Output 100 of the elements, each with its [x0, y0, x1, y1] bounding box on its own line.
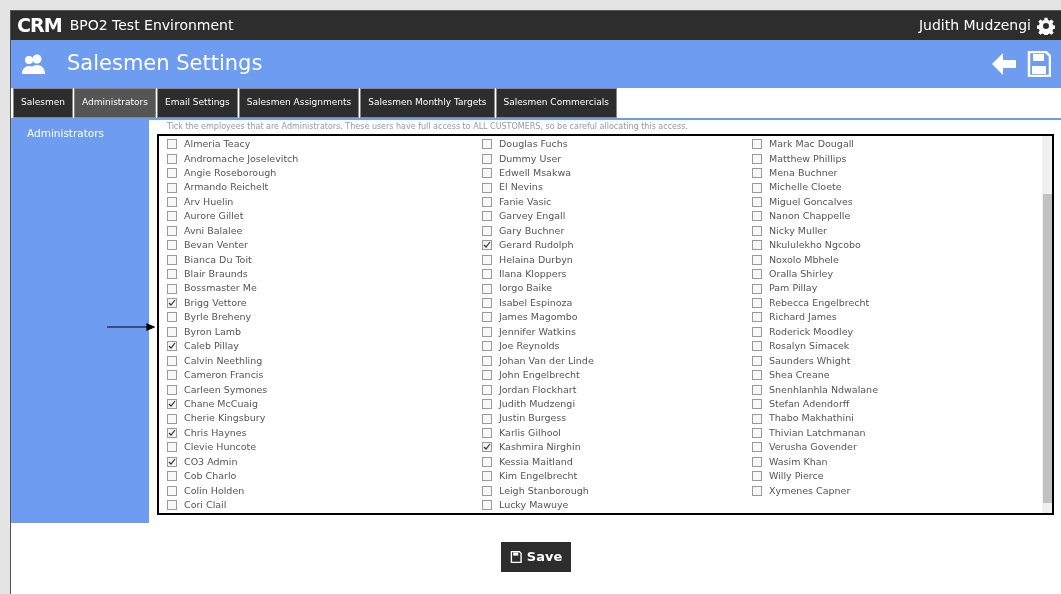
- checkbox[interactable]: [482, 240, 492, 251]
- user-name[interactable]: Judith Mudzengi: [918, 15, 1031, 36]
- checkbox[interactable]: [482, 182, 492, 193]
- checkbox[interactable]: [752, 269, 762, 280]
- checkbox[interactable]: [167, 413, 177, 424]
- checkbox[interactable]: [482, 413, 492, 424]
- checkbox[interactable]: [167, 442, 177, 453]
- tab[interactable]: Email Settings: [157, 88, 238, 118]
- checkbox[interactable]: [482, 196, 492, 207]
- checkbox[interactable]: [752, 225, 762, 236]
- checkbox[interactable]: [167, 326, 177, 337]
- checkbox[interactable]: [167, 225, 177, 236]
- checkbox[interactable]: [752, 442, 762, 453]
- checkbox[interactable]: [482, 500, 492, 511]
- tab[interactable]: Salesmen Assignments: [238, 88, 360, 118]
- checkbox[interactable]: [482, 153, 492, 164]
- checkbox[interactable]: [482, 485, 492, 496]
- checkbox[interactable]: [167, 153, 177, 164]
- checkbox[interactable]: [752, 471, 762, 482]
- checkbox[interactable]: [482, 254, 492, 265]
- checkbox[interactable]: [167, 471, 177, 482]
- checkbox[interactable]: [167, 384, 177, 395]
- save-button[interactable]: Save: [500, 541, 572, 572]
- tab[interactable]: Administrators: [73, 88, 156, 118]
- employee-name: Nkululekho Ngcobo: [769, 238, 861, 253]
- checkbox[interactable]: [752, 254, 762, 265]
- checkbox[interactable]: [752, 240, 762, 251]
- checkbox[interactable]: [482, 442, 492, 453]
- tab[interactable]: Salesmen Commercials: [495, 88, 617, 118]
- employee-name: Armando Reichelt: [184, 180, 269, 195]
- checkbox[interactable]: [167, 355, 177, 366]
- settings-icon[interactable]: [1037, 16, 1055, 35]
- checkbox[interactable]: [482, 312, 492, 323]
- checkbox[interactable]: [482, 225, 492, 236]
- checkbox[interactable]: [752, 326, 762, 337]
- checkbox[interactable]: [752, 370, 762, 381]
- checkbox[interactable]: [167, 240, 177, 251]
- checkbox[interactable]: [752, 211, 762, 222]
- employee-name: Almeria Teacy: [184, 137, 251, 152]
- checkbox[interactable]: [482, 269, 492, 280]
- checkbox[interactable]: [752, 456, 762, 467]
- checkbox[interactable]: [752, 196, 762, 207]
- checkbox[interactable]: [482, 298, 492, 309]
- checkbox[interactable]: [482, 341, 492, 352]
- checkbox[interactable]: [752, 168, 762, 179]
- checkbox[interactable]: [167, 254, 177, 265]
- checkbox[interactable]: [752, 355, 762, 366]
- checkbox[interactable]: [482, 384, 492, 395]
- checkbox[interactable]: [167, 456, 177, 467]
- checkbox[interactable]: [752, 341, 762, 352]
- tab[interactable]: Salesmen: [13, 88, 73, 118]
- checkbox[interactable]: [752, 139, 762, 150]
- checkbox[interactable]: [167, 500, 177, 511]
- employee-name: Iorgo Baike: [499, 281, 553, 296]
- checkbox[interactable]: [167, 298, 177, 309]
- checkbox[interactable]: [752, 153, 762, 164]
- checkbox[interactable]: [482, 355, 492, 366]
- employee-name: Saunders Whight: [769, 353, 851, 368]
- checkbox[interactable]: [482, 139, 492, 150]
- checkbox[interactable]: [752, 182, 762, 193]
- checkbox[interactable]: [752, 283, 762, 294]
- checkbox[interactable]: [482, 427, 492, 438]
- employee-name: Aurore Gillet: [184, 209, 244, 224]
- checkbox[interactable]: [167, 370, 177, 381]
- checkbox[interactable]: [752, 298, 762, 309]
- checkbox[interactable]: [752, 485, 762, 496]
- checkbox[interactable]: [482, 456, 492, 467]
- checkbox[interactable]: [167, 182, 177, 193]
- scrollbar[interactable]: [1042, 136, 1052, 513]
- checkbox[interactable]: [752, 384, 762, 395]
- employee-name: Chris Haynes: [184, 425, 247, 440]
- checkbox[interactable]: [167, 139, 177, 150]
- employee-name: Dummy User: [499, 151, 562, 166]
- employee-name: Matthew Phillips: [769, 151, 847, 166]
- checkbox[interactable]: [167, 485, 177, 496]
- checkbox[interactable]: [752, 312, 762, 323]
- checkbox[interactable]: [167, 341, 177, 352]
- checkbox[interactable]: [752, 413, 762, 424]
- checkbox[interactable]: [167, 283, 177, 294]
- checkbox[interactable]: [167, 312, 177, 323]
- checkbox[interactable]: [482, 326, 492, 337]
- tab[interactable]: Salesmen Monthly Targets: [360, 88, 495, 118]
- back-arrow-icon[interactable]: [991, 52, 1017, 76]
- checkbox[interactable]: [482, 399, 492, 410]
- checkbox[interactable]: [167, 399, 177, 410]
- checkbox[interactable]: [167, 168, 177, 179]
- employee-name: Willy Pierce: [769, 469, 824, 484]
- checkbox[interactable]: [482, 370, 492, 381]
- checkbox[interactable]: [167, 196, 177, 207]
- checkbox[interactable]: [482, 211, 492, 222]
- checkbox[interactable]: [752, 427, 762, 438]
- checkbox[interactable]: [167, 211, 177, 222]
- save-icon[interactable]: [1027, 51, 1051, 77]
- checkbox[interactable]: [482, 471, 492, 482]
- checkbox[interactable]: [482, 283, 492, 294]
- checkbox[interactable]: [752, 399, 762, 410]
- employee-name: Bevan Venter: [184, 238, 248, 253]
- checkbox[interactable]: [482, 168, 492, 179]
- checkbox[interactable]: [167, 427, 177, 438]
- checkbox[interactable]: [167, 269, 177, 280]
